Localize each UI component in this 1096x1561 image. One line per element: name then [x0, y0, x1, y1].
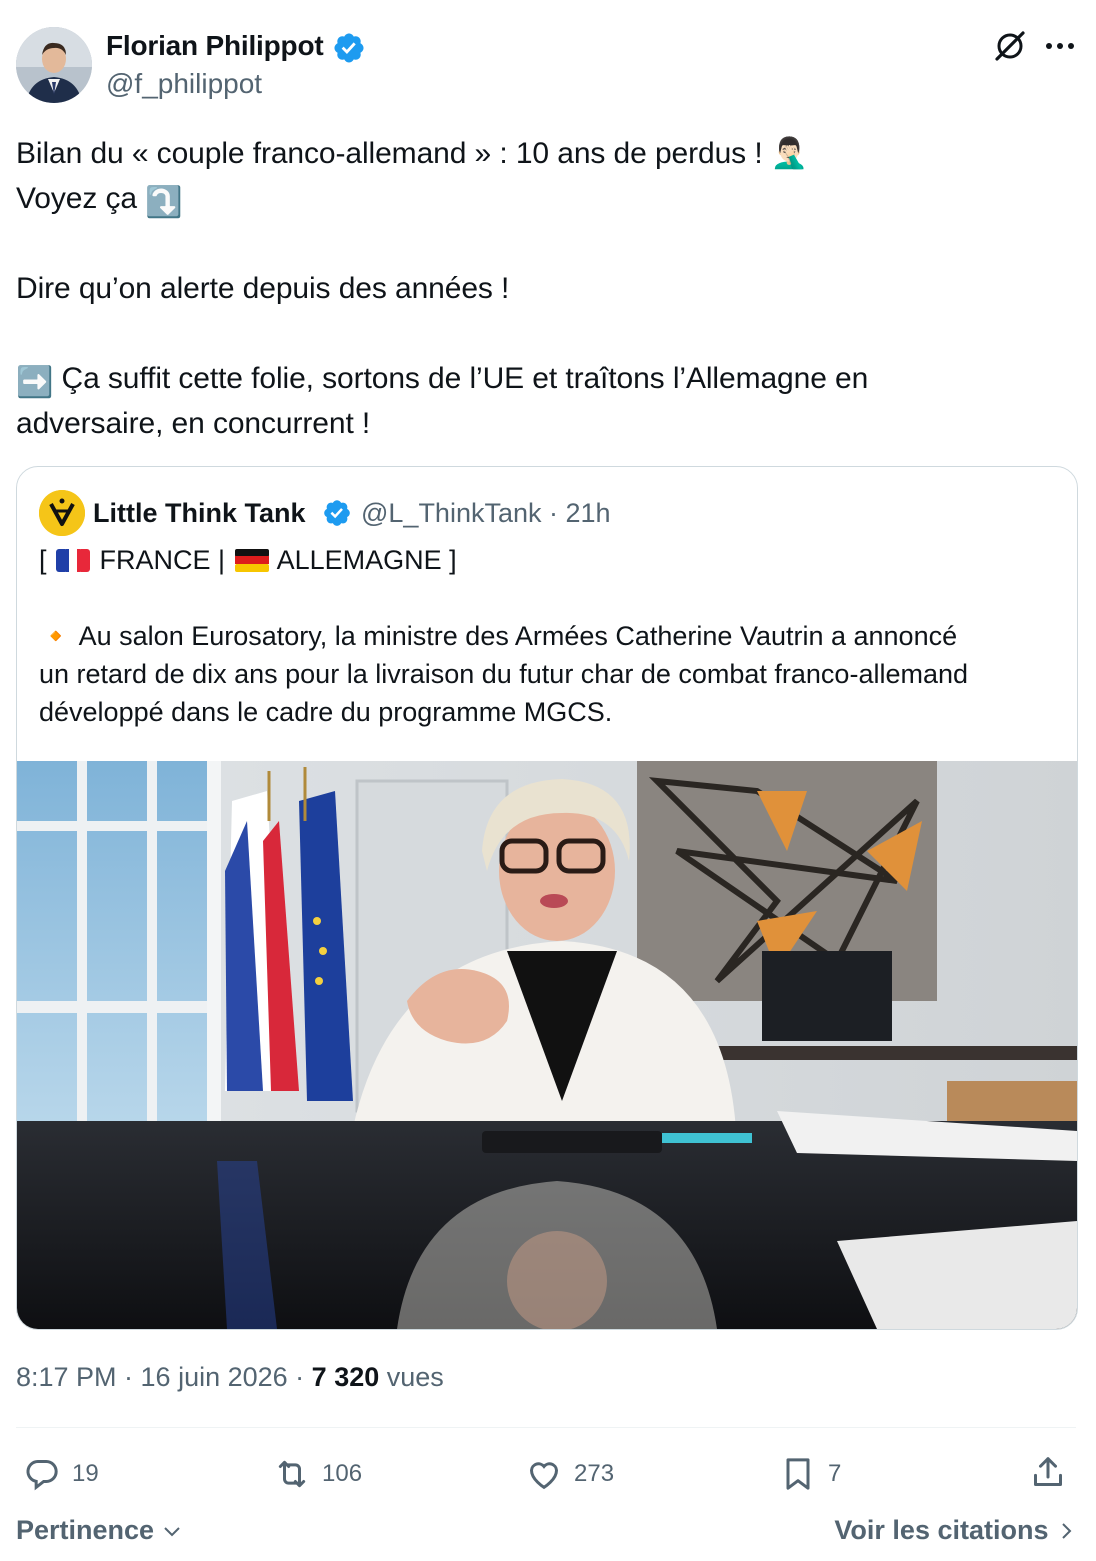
tweet-line: ➡️ Ça suffit cette folie, sortons de l’U…: [16, 356, 1076, 401]
quoted-header-france: FRANCE |: [99, 545, 226, 575]
tweet-line: Bilan du « couple franco-allemand » : 10…: [16, 137, 809, 170]
tweet-line-text: Voyez ça: [16, 182, 137, 215]
quoted-text: [ FRANCE | ALLEMAGNE ] 🔸 Au salon Eurosa…: [39, 541, 1059, 731]
quoted-author-avatar[interactable]: [39, 490, 85, 536]
quoted-body-line: développé dans le cadre du programme MGC…: [39, 697, 613, 727]
orange-diamond-icon: 🔸: [39, 621, 73, 651]
tweet-line: Voyez ça ⤵️: [16, 176, 1076, 221]
france-flag-icon: [56, 549, 91, 572]
quoted-body-line: 🔸 Au salon Eurosatory, la ministre des A…: [39, 617, 1059, 655]
repost-icon: [278, 1460, 306, 1488]
bookmark-icon: [786, 1458, 810, 1490]
more-options-icon[interactable]: [1040, 34, 1080, 58]
quoted-body-text: Au salon Eurosatory, la ministre des Arm…: [78, 621, 958, 651]
sort-dropdown[interactable]: Pertinence: [16, 1515, 182, 1546]
repost-button[interactable]: 106: [272, 1452, 362, 1496]
chevron-right-icon: [1062, 1523, 1072, 1539]
quoted-author-name[interactable]: Little Think Tank: [93, 498, 306, 529]
reply-icon: [26, 1460, 58, 1491]
bookmark-button[interactable]: 7: [778, 1452, 841, 1496]
share-icon[interactable]: [1028, 1452, 1068, 1492]
repost-count: 106: [322, 1460, 363, 1487]
tweet-line-text: Ça suffit cette folie, sortons de l’UE e…: [61, 362, 869, 395]
heart-icon: [529, 1462, 559, 1490]
bookmark-count: 7: [828, 1460, 842, 1487]
author-name[interactable]: Florian Philippot: [106, 30, 324, 62]
author-avatar[interactable]: [16, 27, 92, 103]
arrow-down-emoji-icon: ⤵️: [145, 186, 183, 219]
verified-badge-icon: [324, 500, 350, 526]
grok-icon[interactable]: [990, 26, 1030, 66]
quoted-header-germany: ALLEMAGNE ]: [276, 545, 457, 575]
like-button[interactable]: 273: [524, 1452, 614, 1496]
tweet-timestamp[interactable]: 8:17 PM · 16 juin 2026 ·: [16, 1362, 312, 1392]
author-handle[interactable]: @f_philippot: [106, 68, 262, 100]
tweet-meta: 8:17 PM · 16 juin 2026 · 7 320 vues: [16, 1362, 444, 1393]
quoted-header-line: [ FRANCE | ALLEMAGNE ]: [39, 541, 1059, 579]
quotes-label: Voir les citations: [834, 1515, 1049, 1545]
tweet-text: Bilan du « couple franco-allemand » : 10…: [16, 131, 1076, 446]
quoted-body-line: un retard de dix ans pour la livraison d…: [39, 659, 969, 689]
chevron-down-icon: [163, 1527, 180, 1537]
tweet-line: Dire qu’on alerte depuis des années !: [16, 272, 510, 305]
views-count: 7 320: [311, 1362, 380, 1392]
reply-button[interactable]: 19: [22, 1452, 99, 1496]
like-count: 273: [574, 1460, 615, 1487]
reply-count: 19: [72, 1460, 99, 1487]
view-quotes-link[interactable]: Voir les citations: [834, 1515, 1074, 1546]
divider: [16, 1427, 1076, 1428]
quoted-handle-time[interactable]: @L_ThinkTank · 21h: [361, 498, 611, 529]
quoted-header-bracket: [: [39, 545, 47, 575]
verified-badge-icon: [334, 33, 364, 63]
sort-label: Pertinence: [16, 1515, 155, 1545]
quoted-media-photo[interactable]: [17, 761, 1077, 1329]
tweet-line: adversaire, en concurrent !: [16, 407, 371, 440]
arrow-right-emoji-icon: ➡️: [16, 366, 54, 399]
germany-flag-icon: [234, 549, 269, 572]
views-label: vues: [379, 1362, 444, 1392]
quoted-tweet[interactable]: Little Think Tank @L_ThinkTank · 21h [ F…: [16, 466, 1078, 1330]
